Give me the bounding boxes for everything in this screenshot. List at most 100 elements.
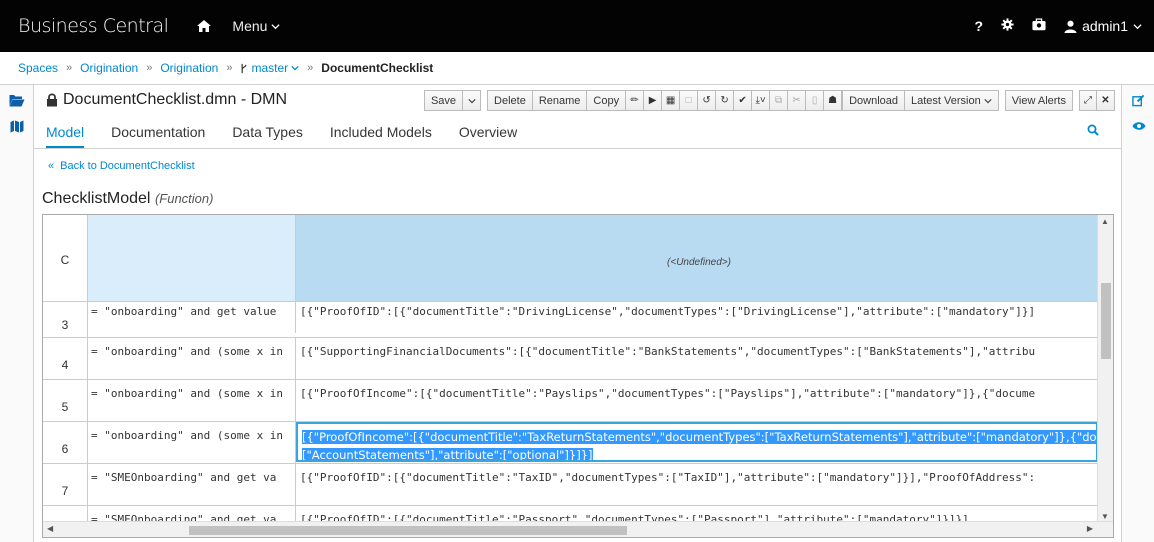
eye-icon[interactable]	[1122, 115, 1154, 137]
scroll-down-icon[interactable]: ▼	[1101, 512, 1109, 521]
briefcase-icon[interactable]	[1032, 18, 1046, 34]
edit-icon[interactable]	[1122, 89, 1154, 111]
decision-table-grid[interactable]: C (<Undefined>) 3 = "onboarding" and get…	[42, 214, 1114, 538]
scrollbar-thumb[interactable]	[189, 526, 627, 535]
table-row: 7 = "SMEOnboarding" and get va [{"ProofO…	[43, 464, 1098, 506]
check-icon[interactable]: ✔	[734, 90, 753, 111]
back-link[interactable]: « Back to DocumentChecklist	[48, 160, 195, 172]
tab-overview[interactable]: Overview	[459, 124, 517, 148]
header-output-cell[interactable]: (<Undefined>)	[296, 215, 1098, 301]
row-index-cell[interactable]: 7	[43, 464, 88, 505]
save-dropdown-button[interactable]	[463, 90, 482, 111]
undo-icon[interactable]: ↺	[698, 90, 717, 111]
breadcrumb-separator: »	[307, 62, 314, 74]
trash-icon[interactable]: □	[680, 90, 699, 111]
output-cell-editor[interactable]: [{"ProofOfIncome":[{"documentTitle":"Tax…	[296, 422, 1098, 462]
breadcrumb-separator: »	[66, 62, 73, 74]
input-cell[interactable]: = "onboarding" and (some x in	[88, 422, 296, 463]
branch-selector[interactable]: master	[240, 61, 299, 75]
breadcrumb-current: DocumentChecklist	[321, 61, 434, 75]
breadcrumb-separator: »	[146, 62, 153, 74]
selected-text: ["AccountStatements"],"attribute":["opti…	[302, 448, 593, 462]
play-icon[interactable]: ▶	[644, 90, 663, 111]
latest-version-label: Latest Version	[911, 94, 981, 107]
left-rail	[0, 85, 34, 542]
map-icon[interactable]	[0, 115, 34, 137]
input-cell[interactable]: = "onboarding" and (some x in	[88, 380, 296, 421]
output-cell[interactable]: [{"SupportingFinancialDocuments":[{"docu…	[296, 338, 1098, 379]
table-row: 3 = "onboarding" and get value [{"ProofO…	[43, 298, 1098, 338]
main-menu[interactable]: Menu	[232, 18, 281, 34]
close-icon[interactable]: ✕	[1097, 90, 1115, 111]
input-cell[interactable]: = "SMEOnboarding" and get va	[88, 464, 296, 505]
eraser-icon[interactable]: ✏	[626, 90, 645, 111]
table-row: 5 = "onboarding" and (some x in [{"Proof…	[43, 380, 1098, 422]
selected-text: [{"ProofOfIncome":[{"documentTitle":"Tax…	[302, 430, 1096, 444]
scrollbar-thumb[interactable]	[1101, 283, 1111, 359]
expand-icon[interactable]: ⤢	[1079, 90, 1097, 111]
row-index-cell[interactable]: 5	[43, 380, 88, 421]
help-icon[interactable]: ?	[975, 18, 984, 34]
search-icon[interactable]	[1087, 124, 1099, 139]
download-menu-icon[interactable]: ⤓˅	[752, 90, 771, 111]
input-cell[interactable]: = "onboarding" and get value	[88, 298, 296, 333]
breadcrumb-separator: »	[226, 62, 233, 74]
copy-icon[interactable]: ⧉	[770, 90, 789, 111]
brand-title[interactable]: Business Central	[18, 15, 169, 37]
top-navbar: Business Central Menu ? admin1	[0, 0, 1154, 52]
tab-model[interactable]: Model	[46, 124, 85, 148]
header-index-cell[interactable]: C	[43, 215, 88, 301]
editor-header: DocumentChecklist.dmn - DMN Save Delete …	[34, 85, 1121, 115]
table-row: 4 = "onboarding" and (some x in [{"Suppo…	[43, 338, 1098, 380]
model-name: ChecklistModel	[42, 190, 151, 207]
editor-toolbar: Save Delete Rename Copy ✏ ▶ ▦ □ ↺ ↻ ✔ ⤓˅…	[423, 90, 1115, 111]
redo-icon[interactable]: ↻	[716, 90, 735, 111]
tab-data-types[interactable]: Data Types	[232, 124, 303, 148]
output-cell[interactable]: [{"ProofOfID":[{"documentTitle":"TaxID",…	[296, 464, 1098, 505]
paste-icon[interactable]: ▯	[806, 90, 825, 111]
output-cell[interactable]: [{"ProofOfID":[{"documentTitle":"Driving…	[296, 298, 1098, 333]
output-cell[interactable]: [{"ProofOfIncome":[{"documentTitle":"Pay…	[296, 380, 1098, 421]
view-alerts-button[interactable]: View Alerts	[1004, 90, 1073, 111]
sitemap-icon[interactable]: ☗	[824, 90, 843, 111]
model-kind: (Function)	[154, 191, 214, 206]
row-index-cell[interactable]: 4	[43, 338, 88, 379]
chevron-down-icon	[271, 23, 281, 29]
header-input-cell[interactable]	[88, 215, 296, 301]
cut-icon[interactable]: ✂	[788, 90, 807, 111]
scroll-up-icon[interactable]: ▲	[1101, 217, 1109, 226]
folder-open-icon[interactable]	[0, 89, 34, 111]
user-menu[interactable]: admin1	[1064, 18, 1142, 34]
right-rail	[1121, 85, 1154, 542]
scroll-right-icon[interactable]: ▶	[1087, 524, 1093, 533]
delete-button[interactable]: Delete	[487, 90, 533, 111]
horizontal-scrollbar[interactable]: ◀ ▶	[43, 521, 1113, 537]
breadcrumb-space[interactable]: Origination	[80, 61, 138, 75]
rename-button[interactable]: Rename	[532, 90, 588, 111]
gear-icon[interactable]	[1001, 18, 1014, 34]
back-link-label: Back to DocumentChecklist	[60, 160, 195, 172]
home-icon[interactable]	[196, 18, 212, 34]
double-chevron-left-icon: «	[48, 160, 55, 172]
vertical-scrollbar[interactable]: ▲ ▼	[1097, 215, 1113, 523]
latest-version-button[interactable]: Latest Version	[905, 90, 999, 111]
input-cell[interactable]: = "onboarding" and (some x in	[88, 338, 296, 379]
download-button[interactable]: Download	[842, 90, 905, 111]
tab-included-models[interactable]: Included Models	[330, 124, 432, 148]
grid-icon[interactable]: ▦	[662, 90, 681, 111]
chevron-down-icon	[467, 98, 476, 103]
copy-button[interactable]: Copy	[587, 90, 627, 111]
breadcrumb-project[interactable]: Origination	[160, 61, 218, 75]
row-index-cell[interactable]: 3	[43, 302, 88, 337]
save-button[interactable]: Save	[423, 90, 464, 111]
model-title: ChecklistModel (Function)	[42, 190, 213, 208]
row-index-cell[interactable]: 6	[43, 422, 88, 463]
scroll-left-icon[interactable]: ◀	[47, 524, 53, 533]
table-row: 6 = "onboarding" and (some x in [{"Proof…	[43, 422, 1098, 464]
chevron-down-icon	[291, 65, 299, 71]
tab-documentation[interactable]: Documentation	[111, 124, 205, 148]
grid-header-row: C (<Undefined>)	[43, 215, 1098, 302]
editor-title-text: DocumentChecklist.dmn - DMN	[63, 91, 288, 108]
chevron-down-icon	[1133, 23, 1142, 29]
breadcrumb-spaces[interactable]: Spaces	[18, 61, 58, 75]
